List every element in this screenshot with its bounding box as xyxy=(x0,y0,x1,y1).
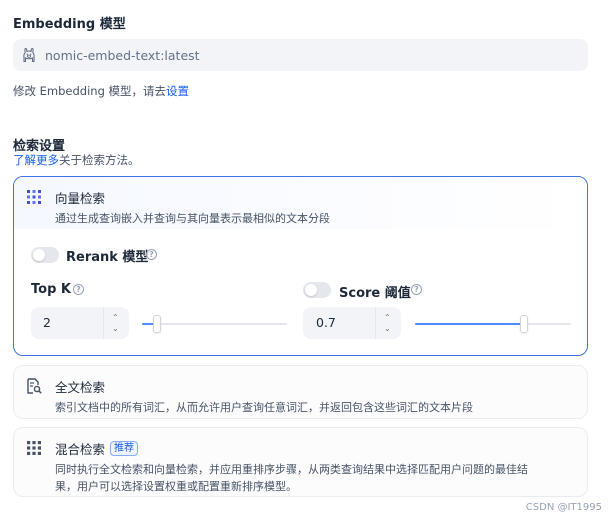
vector-search-description: 通过生成查询嵌入并查询与其向量表示最相似的文本分段 xyxy=(55,212,330,225)
settings-link[interactable]: 设置 xyxy=(166,84,189,98)
fulltext-search-description: 索引文档中的所有词汇，从而允许用户查询任意词汇，并返回包含这些词汇的文本片段 xyxy=(55,401,473,414)
chevron-down-icon[interactable]: ⌄ xyxy=(112,325,119,333)
slider-thumb[interactable] xyxy=(153,315,161,333)
toggle-knob xyxy=(33,249,45,261)
learn-more-link[interactable]: 了解更多 xyxy=(13,153,59,167)
slider-track xyxy=(142,323,287,325)
embedding-section-title: Embedding 模型 xyxy=(13,17,126,32)
fulltext-search-header: 全文检索 索引文档中的所有词汇，从而允许用户查询任意词汇，并返回包含这些词汇的文… xyxy=(14,366,587,416)
fulltext-search-title: 全文检索 xyxy=(55,380,106,395)
rerank-help-icon[interactable]: ? xyxy=(146,249,157,260)
hybrid-search-title-row: 混合检索 推荐 xyxy=(55,439,575,458)
embedding-hint-text: 修改 Embedding 模型，请去 xyxy=(13,84,167,98)
chevron-up-icon[interactable]: ⌃ xyxy=(384,314,391,322)
vector-search-header: 向量检索 通过生成查询嵌入并查询与其向量表示最相似的文本分段 xyxy=(14,177,587,229)
hybrid-search-header: 混合检索 推荐 同时执行全文检索和向量检索，并应用重排序步骤，从两类查询结果中选… xyxy=(14,428,587,495)
score-threshold-input[interactable]: 0.7 ⌃ ⌄ xyxy=(303,307,401,339)
vector-search-option[interactable]: 向量检索 通过生成查询嵌入并查询与其向量表示最相似的文本分段 Rerank 模型… xyxy=(13,176,588,356)
grid-icon xyxy=(26,440,42,456)
ollama-llama-icon xyxy=(21,47,37,63)
fulltext-search-option[interactable]: 全文检索 索引文档中的所有词汇，从而允许用户查询任意词汇，并返回包含这些词汇的文… xyxy=(13,365,588,419)
embedding-model-value: nomic-embed-text:latest xyxy=(45,47,200,63)
recommended-badge: 推荐 xyxy=(110,441,139,456)
score-threshold-help-icon[interactable]: ? xyxy=(411,284,422,295)
score-threshold-toggle[interactable] xyxy=(303,282,331,298)
top-k-input[interactable]: 2 ⌃ ⌄ xyxy=(31,307,129,339)
top-k-value: 2 xyxy=(43,315,51,330)
top-k-help-icon[interactable]: ? xyxy=(73,284,84,295)
watermark: CSDN @IT1995 xyxy=(525,502,602,513)
hybrid-search-description: 同时执行全文检索和向量检索，并应用重排序步骤，从两类查询结果中选择匹配用户问题的… xyxy=(55,461,575,495)
document-search-icon xyxy=(26,378,42,394)
embedding-model-field[interactable]: nomic-embed-text:latest xyxy=(13,39,588,71)
hybrid-description-line-2: 果，用户可以选择设置权重或配置重新排序模型。 xyxy=(55,480,297,493)
top-k-label: Top K xyxy=(31,282,71,297)
learn-more-suffix: 关于检索方法。 xyxy=(59,153,140,167)
slider-thumb[interactable] xyxy=(520,315,528,333)
top-k-slider[interactable] xyxy=(142,314,287,334)
slider-fill xyxy=(415,323,524,325)
hybrid-search-title: 混合检索 xyxy=(55,442,106,457)
chevron-up-icon[interactable]: ⌃ xyxy=(112,314,119,322)
hybrid-search-option[interactable]: 混合检索 推荐 同时执行全文检索和向量检索，并应用重排序步骤，从两类查询结果中选… xyxy=(13,427,588,497)
embedding-hint: 修改 Embedding 模型，请去设置 xyxy=(13,83,189,99)
hybrid-description-line-1: 同时执行全文检索和向量检索，并应用重排序步骤，从两类查询结果中选择匹配用户问题的… xyxy=(55,463,528,476)
chevron-down-icon[interactable]: ⌄ xyxy=(384,325,391,333)
rerank-toggle[interactable] xyxy=(31,247,59,263)
score-threshold-slider[interactable] xyxy=(415,314,571,334)
score-threshold-label: Score 阈值 xyxy=(339,286,411,301)
top-k-stepper[interactable]: ⌃ ⌄ xyxy=(103,307,129,339)
score-threshold-value: 0.7 xyxy=(316,315,336,330)
grid-dots-icon xyxy=(26,189,42,205)
learn-more-line: 了解更多关于检索方法。 xyxy=(13,152,140,168)
score-threshold-stepper[interactable]: ⌃ ⌄ xyxy=(375,307,401,339)
toggle-knob xyxy=(305,284,317,296)
rerank-label: Rerank 模型 xyxy=(66,250,149,265)
vector-search-title: 向量检索 xyxy=(55,191,106,206)
